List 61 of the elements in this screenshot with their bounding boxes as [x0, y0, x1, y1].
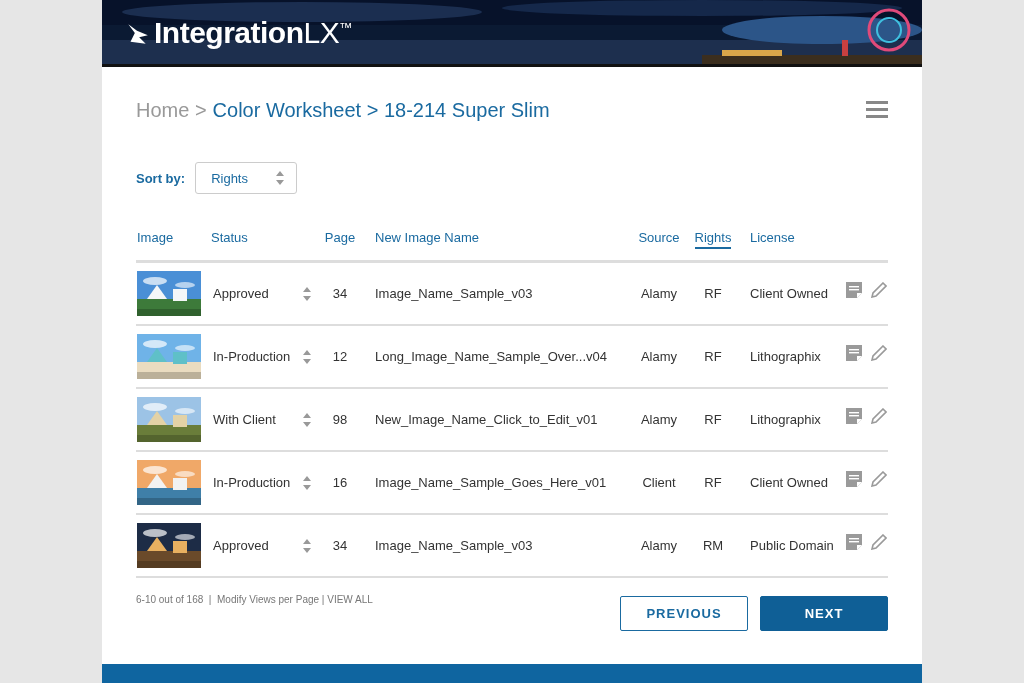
note-icon[interactable] [846, 533, 862, 550]
status-text: With Client [213, 412, 276, 427]
table-cell: 34 [332, 538, 348, 553]
up-down-arrows-icon[interactable] [303, 475, 311, 490]
note-icon[interactable] [846, 281, 862, 298]
pencil-icon[interactable] [871, 470, 887, 487]
pencil-icon[interactable] [871, 533, 887, 550]
image-name-text[interactable]: Long_Image_Name_Sample_Over...v04 [375, 349, 607, 364]
breadcrumb-path[interactable]: Color Worksheet > 18-214 Super Slim [212, 98, 550, 122]
column-header[interactable]: Page [324, 230, 356, 249]
table-cell: Public Domain [750, 538, 834, 553]
column-header[interactable]: New Image Name [375, 230, 480, 249]
status-text: In-Production [213, 349, 291, 364]
menu-icon[interactable] [866, 101, 888, 119]
image-name-text[interactable]: New_Image_Name_Click_to_Edit_v01 [375, 412, 598, 427]
table-cell: 16 [332, 475, 348, 490]
table-cell: 34 [332, 286, 348, 301]
table-cell: RF [704, 349, 722, 364]
previous-button[interactable]: PREVIOUS [620, 596, 748, 631]
column-header[interactable]: License [750, 230, 795, 249]
table-cell: RF [704, 286, 722, 301]
table-cell: Alamy [640, 538, 678, 553]
pencil-icon[interactable] [871, 281, 887, 298]
pencil-icon[interactable] [871, 344, 887, 361]
status-text: Approved [213, 286, 269, 301]
table-cell: RF [704, 475, 722, 490]
note-icon[interactable] [846, 407, 862, 424]
up-down-arrows-icon[interactable] [303, 286, 311, 301]
table-cell: Lithographix [750, 412, 821, 427]
table-cell: 12 [332, 349, 348, 364]
table-cell: Client Owned [750, 475, 829, 490]
table-cell: Client Owned [750, 286, 829, 301]
table-cell: Alamy [640, 286, 678, 301]
table-cell: Alamy [640, 412, 678, 427]
column-header[interactable]: Status [211, 230, 248, 249]
column-header[interactable]: Source [638, 230, 680, 249]
pagination-info: 6-10 out of 168 | Modify Views per Page | VIEW ALL [136, 594, 373, 607]
image-name-text[interactable]: Image_Name_Sample_v03 [375, 538, 533, 553]
up-down-arrows-icon[interactable] [303, 538, 311, 553]
note-icon[interactable] [846, 344, 862, 361]
note-icon[interactable] [846, 470, 862, 487]
table-cell: Alamy [640, 349, 678, 364]
sort-select[interactable]: Rights [195, 162, 298, 194]
image-name-text[interactable]: Image_Name_Sample_v03 [375, 286, 533, 301]
logo-text: IntegrationLX$^{™}$ [154, 16, 352, 50]
table-cell: Lithographix [750, 349, 821, 364]
status-text: Approved [213, 538, 269, 553]
table-cell: RF [704, 412, 722, 427]
next-button[interactable]: NEXT [760, 596, 888, 631]
up-down-arrows-icon [276, 171, 285, 185]
image-name-text[interactable]: Image_Name_Sample_Goes_Here_v01 [375, 475, 607, 490]
up-down-arrows-icon[interactable] [303, 412, 311, 427]
table-cell: 98 [332, 412, 348, 427]
status-text: In-Production [213, 475, 291, 490]
pencil-icon[interactable] [871, 407, 887, 424]
table-cell: RM [702, 538, 724, 553]
column-header[interactable]: Image [137, 230, 174, 249]
table-cell: Client [642, 475, 676, 490]
up-down-arrows-icon[interactable] [303, 349, 311, 364]
sort-label: Sort by: [136, 170, 186, 186]
column-header[interactable]: Rights [694, 230, 732, 249]
